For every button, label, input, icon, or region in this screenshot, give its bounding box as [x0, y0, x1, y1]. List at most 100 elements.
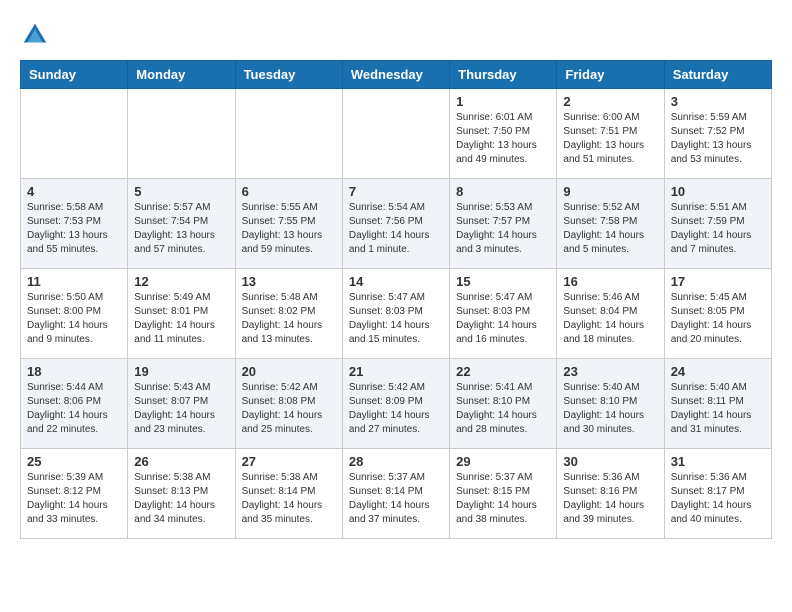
calendar-cell: 29Sunrise: 5:37 AM Sunset: 8:15 PM Dayli…	[450, 449, 557, 539]
day-number: 20	[242, 364, 336, 379]
day-info: Sunrise: 5:42 AM Sunset: 8:09 PM Dayligh…	[349, 381, 443, 437]
calendar-cell: 14 Sunrise: 5:47 AM Sunset: 8:03 PM Dayli…	[342, 269, 449, 359]
calendar-cell: 31 Sunrise: 5:36 AM Sunset: 8:17 PM Dayli…	[664, 449, 771, 539]
day-info: Sunrise: 5:41 AM Sunset: 8:10 PM Dayligh…	[456, 381, 550, 437]
calendar-cell: 13Sunrise: 5:48 AM Sunset: 8:02 PM Dayli…	[235, 269, 342, 359]
calendar-cell: 7 Sunrise: 5:54 AM Sunset: 7:56 PM Daylig…	[342, 179, 449, 269]
logo-icon	[20, 20, 50, 50]
calendar-cell: 28 Sunrise: 5:37 AM Sunset: 8:14 PM Dayli…	[342, 449, 449, 539]
calendar-week-3: 11 Sunrise: 5:50 AM Sunset: 8:00 PM Dayli…	[21, 269, 772, 359]
day-number: 24	[671, 364, 765, 379]
day-info: Sunrise: 5:59 AM Sunset: 7:52 PM Dayligh…	[671, 111, 765, 167]
day-info: Sunrise: 6:01 AM Sunset: 7:50 PM Dayligh…	[456, 111, 550, 167]
calendar-cell: 18 Sunrise: 5:44 AM Sunset: 8:06 PM Dayli…	[21, 359, 128, 449]
calendar-cell: 17Sunrise: 5:45 AM Sunset: 8:05 PM Dayli…	[664, 269, 771, 359]
day-number: 2	[563, 94, 657, 109]
day-number: 21	[349, 364, 443, 379]
day-number: 7	[349, 184, 443, 199]
day-number: 14	[349, 274, 443, 289]
day-number: 9	[563, 184, 657, 199]
calendar-week-4: 18 Sunrise: 5:44 AM Sunset: 8:06 PM Dayli…	[21, 359, 772, 449]
calendar-cell: 4 Sunrise: 5:58 AM Sunset: 7:53 PM Daylig…	[21, 179, 128, 269]
weekday-header-row: SundayMondayTuesdayWednesdayThursdayFrid…	[21, 61, 772, 89]
day-number: 26	[134, 454, 228, 469]
weekday-header-saturday: Saturday	[664, 61, 771, 89]
day-info: Sunrise: 5:53 AM Sunset: 7:57 PM Dayligh…	[456, 201, 550, 257]
day-info: Sunrise: 5:54 AM Sunset: 7:56 PM Dayligh…	[349, 201, 443, 257]
day-info: Sunrise: 6:00 AM Sunset: 7:51 PM Dayligh…	[563, 111, 657, 167]
day-info: Sunrise: 5:36 AM Sunset: 8:17 PM Dayligh…	[671, 471, 765, 527]
weekday-header-friday: Friday	[557, 61, 664, 89]
calendar-cell: 20 Sunrise: 5:42 AM Sunset: 8:08 PM Dayli…	[235, 359, 342, 449]
calendar-cell: 2 Sunrise: 6:00 AM Sunset: 7:51 PM Daylig…	[557, 89, 664, 179]
calendar-cell	[342, 89, 449, 179]
day-info: Sunrise: 5:38 AM Sunset: 8:14 PM Dayligh…	[242, 471, 336, 527]
day-info: Sunrise: 5:52 AM Sunset: 7:58 PM Dayligh…	[563, 201, 657, 257]
calendar-week-2: 4 Sunrise: 5:58 AM Sunset: 7:53 PM Daylig…	[21, 179, 772, 269]
day-number: 18	[27, 364, 121, 379]
weekday-header-tuesday: Tuesday	[235, 61, 342, 89]
weekday-header-wednesday: Wednesday	[342, 61, 449, 89]
day-info: Sunrise: 5:49 AM Sunset: 8:01 PM Dayligh…	[134, 291, 228, 347]
day-number: 17	[671, 274, 765, 289]
calendar-cell: 19 Sunrise: 5:43 AM Sunset: 8:07 PM Dayli…	[128, 359, 235, 449]
calendar-cell: 21 Sunrise: 5:42 AM Sunset: 8:09 PM Dayli…	[342, 359, 449, 449]
day-info: Sunrise: 5:46 AM Sunset: 8:04 PM Dayligh…	[563, 291, 657, 347]
calendar-cell: 16Sunrise: 5:46 AM Sunset: 8:04 PM Dayli…	[557, 269, 664, 359]
day-info: Sunrise: 5:39 AM Sunset: 8:12 PM Dayligh…	[27, 471, 121, 527]
day-number: 10	[671, 184, 765, 199]
day-info: Sunrise: 5:57 AM Sunset: 7:54 PM Dayligh…	[134, 201, 228, 257]
day-info: Sunrise: 5:40 AM Sunset: 8:11 PM Dayligh…	[671, 381, 765, 437]
day-info: Sunrise: 5:37 AM Sunset: 8:14 PM Dayligh…	[349, 471, 443, 527]
day-number: 8	[456, 184, 550, 199]
calendar-week-5: 25 Sunrise: 5:39 AM Sunset: 8:12 PM Dayli…	[21, 449, 772, 539]
day-info: Sunrise: 5:37 AM Sunset: 8:15 PM Dayligh…	[456, 471, 550, 527]
calendar-cell: 15 Sunrise: 5:47 AM Sunset: 8:03 PM Dayli…	[450, 269, 557, 359]
logo	[20, 20, 54, 50]
day-number: 5	[134, 184, 228, 199]
calendar-cell: 5 Sunrise: 5:57 AM Sunset: 7:54 PM Daylig…	[128, 179, 235, 269]
day-info: Sunrise: 5:40 AM Sunset: 8:10 PM Dayligh…	[563, 381, 657, 437]
day-info: Sunrise: 5:44 AM Sunset: 8:06 PM Dayligh…	[27, 381, 121, 437]
calendar-cell	[21, 89, 128, 179]
calendar-cell: 30 Sunrise: 5:36 AM Sunset: 8:16 PM Dayli…	[557, 449, 664, 539]
day-number: 23	[563, 364, 657, 379]
day-info: Sunrise: 5:58 AM Sunset: 7:53 PM Dayligh…	[27, 201, 121, 257]
calendar-cell: 8 Sunrise: 5:53 AM Sunset: 7:57 PM Daylig…	[450, 179, 557, 269]
day-info: Sunrise: 5:47 AM Sunset: 8:03 PM Dayligh…	[349, 291, 443, 347]
day-number: 12	[134, 274, 228, 289]
calendar-week-1: 1 Sunrise: 6:01 AM Sunset: 7:50 PM Daylig…	[21, 89, 772, 179]
day-number: 15	[456, 274, 550, 289]
day-number: 4	[27, 184, 121, 199]
calendar-cell	[128, 89, 235, 179]
day-number: 25	[27, 454, 121, 469]
day-info: Sunrise: 5:51 AM Sunset: 7:59 PM Dayligh…	[671, 201, 765, 257]
calendar-cell: 9 Sunrise: 5:52 AM Sunset: 7:58 PM Daylig…	[557, 179, 664, 269]
day-number: 11	[27, 274, 121, 289]
calendar-cell: 26Sunrise: 5:38 AM Sunset: 8:13 PM Dayli…	[128, 449, 235, 539]
day-info: Sunrise: 5:48 AM Sunset: 8:02 PM Dayligh…	[242, 291, 336, 347]
calendar-cell: 24 Sunrise: 5:40 AM Sunset: 8:11 PM Dayli…	[664, 359, 771, 449]
day-info: Sunrise: 5:50 AM Sunset: 8:00 PM Dayligh…	[27, 291, 121, 347]
calendar-cell: 1 Sunrise: 6:01 AM Sunset: 7:50 PM Daylig…	[450, 89, 557, 179]
day-number: 3	[671, 94, 765, 109]
day-number: 27	[242, 454, 336, 469]
day-number: 30	[563, 454, 657, 469]
day-number: 28	[349, 454, 443, 469]
day-number: 31	[671, 454, 765, 469]
calendar-cell: 10 Sunrise: 5:51 AM Sunset: 7:59 PM Dayli…	[664, 179, 771, 269]
calendar-body: 1 Sunrise: 6:01 AM Sunset: 7:50 PM Daylig…	[21, 89, 772, 539]
day-info: Sunrise: 5:55 AM Sunset: 7:55 PM Dayligh…	[242, 201, 336, 257]
day-info: Sunrise: 5:36 AM Sunset: 8:16 PM Dayligh…	[563, 471, 657, 527]
page-header	[20, 20, 772, 50]
day-number: 19	[134, 364, 228, 379]
calendar-cell: 27 Sunrise: 5:38 AM Sunset: 8:14 PM Dayli…	[235, 449, 342, 539]
day-info: Sunrise: 5:43 AM Sunset: 8:07 PM Dayligh…	[134, 381, 228, 437]
weekday-header-monday: Monday	[128, 61, 235, 89]
weekday-header-sunday: Sunday	[21, 61, 128, 89]
calendar-cell: 25 Sunrise: 5:39 AM Sunset: 8:12 PM Dayli…	[21, 449, 128, 539]
day-info: Sunrise: 5:47 AM Sunset: 8:03 PM Dayligh…	[456, 291, 550, 347]
day-number: 1	[456, 94, 550, 109]
day-info: Sunrise: 5:42 AM Sunset: 8:08 PM Dayligh…	[242, 381, 336, 437]
calendar-cell: 22Sunrise: 5:41 AM Sunset: 8:10 PM Dayli…	[450, 359, 557, 449]
